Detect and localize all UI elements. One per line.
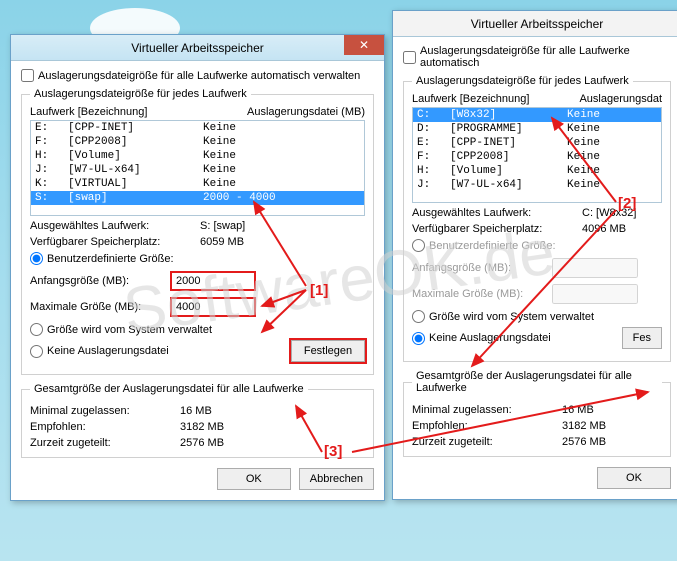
- close-button[interactable]: ✕: [344, 35, 384, 55]
- auto-manage-checkbox[interactable]: [21, 69, 34, 82]
- cur-label: Zurzeit zugeteilt:: [412, 436, 562, 448]
- drive-row[interactable]: J: [W7-UL-x64]Keine: [31, 163, 364, 177]
- ok-button[interactable]: OK: [217, 468, 291, 490]
- free-space-value: 4096 MB: [582, 223, 626, 235]
- free-space-value: 6059 MB: [200, 236, 244, 248]
- min-label: Minimal zugelassen:: [30, 405, 180, 417]
- titlebar[interactable]: Virtueller Arbeitsspeicher: [393, 11, 677, 37]
- totals-legend: Gesamtgröße der Auslagerungsdatei für al…: [30, 383, 308, 395]
- radio-custom-size[interactable]: [30, 252, 43, 265]
- radio-none-label: Keine Auslagerungsdatei: [47, 345, 169, 357]
- initial-size-label: Anfangsgröße (MB):: [412, 262, 542, 274]
- ok-button[interactable]: OK: [597, 467, 671, 489]
- drive-list[interactable]: E: [CPP-INET]KeineF: [CPP2008]KeineH: [V…: [30, 120, 365, 216]
- auto-manage-checkbox[interactable]: [403, 51, 416, 64]
- max-size-input: [552, 284, 638, 304]
- radio-system-label: Größe wird vom System verwaltet: [429, 311, 594, 323]
- radio-none-label: Keine Auslagerungsdatei: [429, 332, 551, 344]
- auto-manage-label: Auslagerungsdateigröße für alle Laufwerk…: [38, 70, 360, 82]
- cur-value: 2576 MB: [562, 436, 606, 448]
- initial-size-label: Anfangsgröße (MB):: [30, 275, 160, 287]
- totals-group: Gesamtgröße der Auslagerungsdatei für al…: [21, 383, 374, 458]
- col-pagefile: Auslagerungsdatei (MB): [247, 106, 365, 118]
- per-drive-legend: Auslagerungsdateigröße für jedes Laufwer…: [412, 75, 633, 87]
- selected-drive-label: Ausgewähltes Laufwerk:: [412, 207, 582, 219]
- min-value: 16 MB: [562, 404, 594, 416]
- per-drive-group: Auslagerungsdateigröße für jedes Laufwer…: [403, 75, 671, 362]
- rec-value: 3182 MB: [180, 421, 224, 433]
- min-label: Minimal zugelassen:: [412, 404, 562, 416]
- auto-manage-label: Auslagerungsdateigröße für alle Laufwerk…: [420, 45, 671, 69]
- rec-value: 3182 MB: [562, 420, 606, 432]
- drive-row[interactable]: S: [swap]2000 - 4000: [31, 191, 364, 205]
- totals-legend: Gesamtgröße der Auslagerungsdatei für al…: [412, 370, 662, 394]
- radio-custom-label: Benutzerdefinierte Größe:: [429, 240, 556, 252]
- selected-drive-value: S: [swap]: [200, 220, 245, 232]
- rec-label: Empfohlen:: [30, 421, 180, 433]
- free-space-label: Verfügbarer Speicherplatz:: [412, 223, 582, 235]
- close-icon: ✕: [359, 38, 369, 52]
- col-pagefile: Auslagerungsdat: [579, 93, 662, 105]
- radio-custom-size[interactable]: [412, 239, 425, 252]
- drive-row[interactable]: E: [CPP-INET]Keine: [31, 121, 364, 135]
- per-drive-group: Auslagerungsdateigröße für jedes Laufwer…: [21, 88, 374, 375]
- dialog-title: Virtueller Arbeitsspeicher: [131, 41, 264, 55]
- drive-row[interactable]: K: [VIRTUAL]Keine: [31, 177, 364, 191]
- selected-drive-value: C: [W8x32]: [582, 207, 636, 219]
- set-button[interactable]: Festlegen: [291, 340, 365, 362]
- virtual-memory-dialog-left: Virtueller Arbeitsspeicher ✕ Auslagerung…: [10, 34, 385, 501]
- radio-system-managed[interactable]: [412, 310, 425, 323]
- radio-no-pagefile[interactable]: [30, 345, 43, 358]
- set-button[interactable]: Fes: [622, 327, 662, 349]
- drive-row[interactable]: H: [Volume]Keine: [31, 149, 364, 163]
- virtual-memory-dialog-right: Virtueller Arbeitsspeicher Auslagerungsd…: [392, 10, 677, 500]
- drive-list[interactable]: C: [W8x32]KeineD: [PROGRAMME]KeineE: [CP…: [412, 107, 662, 203]
- radio-system-managed[interactable]: [30, 323, 43, 336]
- cancel-button[interactable]: Abbrechen: [299, 468, 374, 490]
- drive-row[interactable]: H: [Volume]Keine: [413, 164, 661, 178]
- cur-value: 2576 MB: [180, 437, 224, 449]
- free-space-label: Verfügbarer Speicherplatz:: [30, 236, 200, 248]
- totals-group: Gesamtgröße der Auslagerungsdatei für al…: [403, 370, 671, 457]
- max-size-label: Maximale Größe (MB):: [30, 301, 160, 313]
- col-drive: Laufwerk [Bezeichnung]: [412, 93, 529, 105]
- max-size-label: Maximale Größe (MB):: [412, 288, 542, 300]
- drive-row[interactable]: D: [PROGRAMME]Keine: [413, 122, 661, 136]
- drive-row[interactable]: F: [CPP2008]Keine: [31, 135, 364, 149]
- col-drive: Laufwerk [Bezeichnung]: [30, 106, 147, 118]
- dialog-title: Virtueller Arbeitsspeicher: [471, 17, 604, 31]
- selected-drive-label: Ausgewähltes Laufwerk:: [30, 220, 200, 232]
- drive-row[interactable]: J: [W7-UL-x64]Keine: [413, 178, 661, 192]
- radio-no-pagefile[interactable]: [412, 332, 425, 345]
- radio-custom-label: Benutzerdefinierte Größe:: [47, 253, 174, 265]
- min-value: 16 MB: [180, 405, 212, 417]
- cur-label: Zurzeit zugeteilt:: [30, 437, 180, 449]
- max-size-input[interactable]: [170, 297, 256, 317]
- titlebar[interactable]: Virtueller Arbeitsspeicher ✕: [11, 35, 384, 61]
- initial-size-input: [552, 258, 638, 278]
- drive-row[interactable]: E: [CPP-INET]Keine: [413, 136, 661, 150]
- initial-size-input[interactable]: [170, 271, 256, 291]
- drive-row[interactable]: C: [W8x32]Keine: [413, 108, 661, 122]
- rec-label: Empfohlen:: [412, 420, 562, 432]
- radio-system-label: Größe wird vom System verwaltet: [47, 324, 212, 336]
- drive-row[interactable]: F: [CPP2008]Keine: [413, 150, 661, 164]
- per-drive-legend: Auslagerungsdateigröße für jedes Laufwer…: [30, 88, 251, 100]
